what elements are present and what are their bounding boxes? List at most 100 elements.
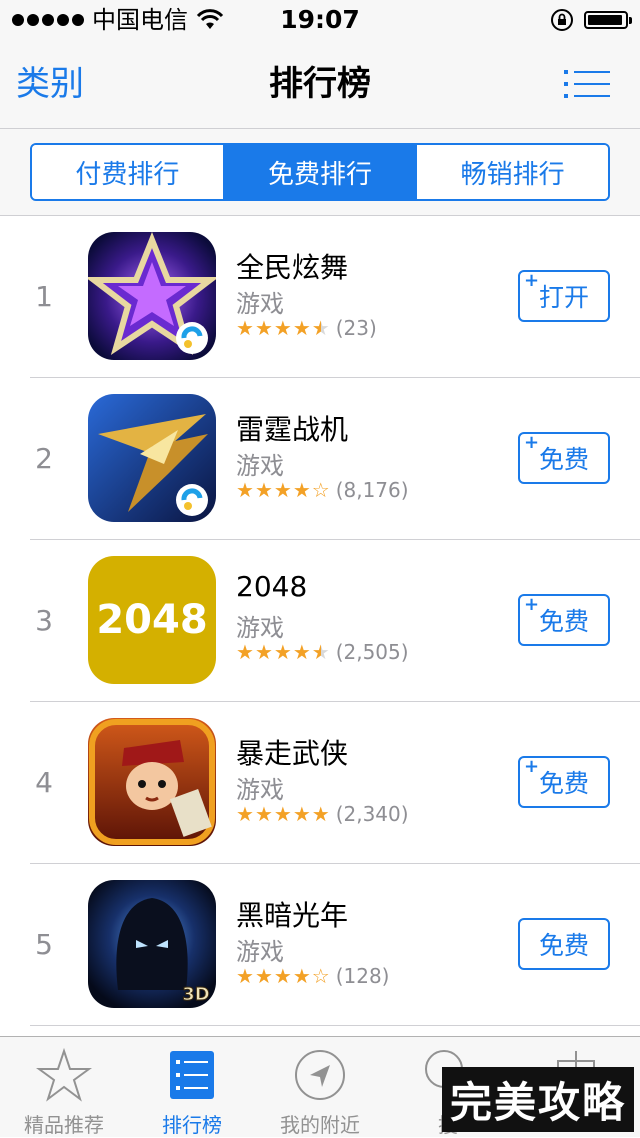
button-label: 免费 [538,445,589,474]
rating-star: ★ [254,964,273,988]
rank-number: 4 [35,766,53,799]
app-name: 全民炫舞 [236,251,349,284]
rating-star: ★ [292,478,311,502]
button-label: 打开 [538,283,589,312]
compass-icon [295,1050,345,1100]
battery-level [588,15,623,25]
rating-star: ★ [273,478,292,502]
tab-top-charts[interactable]: 排行榜 [128,1037,256,1137]
status-time: 19:07 [280,5,360,34]
segment-free[interactable]: 免费排行 [222,145,416,199]
rank-number: 2 [35,442,53,475]
rank-number: 3 [35,604,53,637]
plus-icon: + [524,756,540,777]
app-name: 雷霆战机 [236,413,349,446]
rank-number: 1 [35,280,53,313]
rating-count: (8,176) [335,478,409,502]
rating-star: ★ [236,802,254,826]
tab-near-me[interactable]: 我的附近 [256,1037,384,1137]
app-name: 暴走武侠 [236,737,349,770]
rating-count: (2,340) [335,802,409,826]
app-category: 游戏 [236,776,284,804]
rating-count: (128) [335,964,390,988]
plus-icon: + [524,270,540,291]
get-free-button[interactable]: + 免费 [518,432,610,484]
status-right [550,8,632,32]
rating-star: ★ [273,802,292,826]
rating-star: ★ [311,802,330,826]
rating-stars: ★ ★ ★ ★ ★ [236,316,330,340]
get-free-button[interactable]: + 免费 [518,756,610,808]
rating-star: ★ [311,640,330,664]
icon-text: 2048 [96,597,208,643]
app-rating: ★ ★ ★ ★ ★ (2,340) [236,802,409,826]
list-item[interactable]: 2 雷霆战机 游戏 ★ ★ ★ ★ ☆ (8,176) + 免费 [0,378,640,540]
plus-icon: + [524,432,540,453]
rank-number: 5 [35,928,53,961]
rating-star: ☆ [311,964,330,988]
rating-star: ★ [311,316,330,340]
ranking-list-icon [170,1051,214,1099]
rating-star: ☆ [311,478,330,502]
segment-top-grossing[interactable]: 畅销排行 [415,145,608,199]
rating-star: ★ [273,640,292,664]
rating-star: ★ [236,478,254,502]
rating-star: ★ [292,640,311,664]
star-icon [36,1047,92,1102]
fighter-jet-icon [88,394,216,522]
app-category: 游戏 [236,938,284,966]
app-category: 游戏 [236,614,284,642]
tab-label: 精品推荐 [24,1113,104,1137]
rating-stars: ★ ★ ★ ★ ★ [236,640,330,664]
rating-star: ★ [254,478,273,502]
list-item[interactable]: 3 2048 2048 游戏 ★ ★ ★ ★ ★ (2,505) + 免费 [0,540,640,702]
list-item[interactable]: 1 全民炫舞 游戏 ★ ★ ★ ★ ★ (23) + 打开 [0,216,640,378]
app-name: 黑暗光年 [236,899,349,932]
icon-badge-text: 3D [182,984,209,1005]
rating-star: ★ [254,802,273,826]
warrior-character-icon [88,718,216,846]
ranking-segmented-control: 付费排行 免费排行 畅销排行 [30,143,610,201]
app-rating: ★ ★ ★ ★ ☆ (128) [236,964,389,988]
button-label: 免费 [538,931,589,960]
divider [30,1025,640,1026]
get-free-button[interactable]: + 免费 [518,594,610,646]
rating-star: ★ [236,640,254,664]
plus-icon: + [524,594,540,615]
status-bar: 中国电信 19:07 [0,0,640,40]
rating-star: ★ [292,802,311,826]
app-category: 游戏 [236,452,284,480]
button-label: 免费 [538,769,589,798]
rating-stars: ★ ★ ★ ★ ★ [236,802,330,826]
app-name: 2048 [236,570,308,603]
segment-paid[interactable]: 付费排行 [32,145,223,199]
app-list: 1 全民炫舞 游戏 ★ ★ ★ ★ ★ (23) + 打开 2 雷霆战机 游戏 … [0,216,640,1026]
app-category: 游戏 [236,290,284,318]
navigation-bar: 类别 排行榜 [0,40,640,129]
rating-star: ★ [273,316,292,340]
rating-stars: ★ ★ ★ ★ ☆ [236,964,330,988]
dark-hooded-figure-icon: 3D [88,880,216,1008]
segment-bar: 付费排行 免费排行 畅销排行 [0,129,640,216]
open-button[interactable]: + 打开 [518,270,610,322]
list-item[interactable]: 5 3D 黑暗光年 游戏 ★ ★ ★ ★ ☆ (128) 免费 [0,864,640,1026]
rating-star: ★ [273,964,292,988]
rating-star: ★ [292,964,311,988]
rating-star: ★ [236,964,254,988]
app-rating: ★ ★ ★ ★ ★ (2,505) [236,640,409,664]
list-item[interactable]: 4 暴走武侠 游戏 ★ ★ ★ ★ ★ (2,340) + 免费 [0,702,640,864]
list-icon[interactable] [564,68,610,100]
rating-count: (2,505) [335,640,409,664]
tab-label: 排行榜 [162,1113,222,1137]
get-free-button[interactable]: 免费 [518,918,610,970]
rotation-lock-icon [551,9,573,31]
rating-star: ★ [292,316,311,340]
rating-count: (23) [335,316,377,340]
game-2048-icon: 2048 [88,556,216,684]
button-label: 免费 [538,607,589,636]
app-rating: ★ ★ ★ ★ ☆ (8,176) [236,478,409,502]
app-rating: ★ ★ ★ ★ ★ (23) [236,316,377,340]
tab-featured[interactable]: 精品推荐 [0,1037,128,1137]
rating-star: ★ [254,640,273,664]
rating-stars: ★ ★ ★ ★ ☆ [236,478,330,502]
